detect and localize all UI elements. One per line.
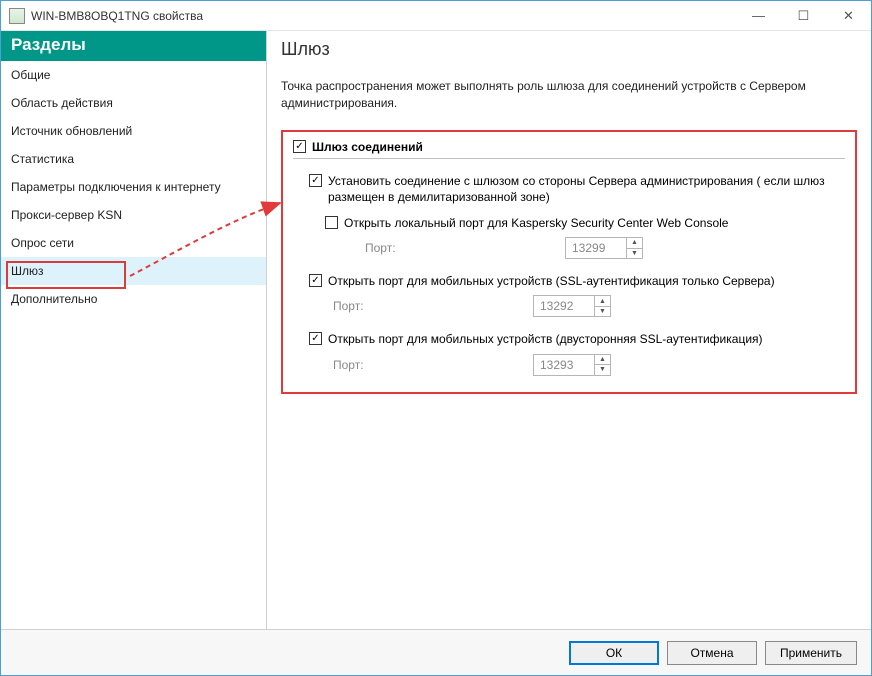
sidebar-item-label: Источник обновлений — [11, 124, 132, 138]
close-button[interactable]: ✕ — [826, 1, 871, 30]
mobile-twoway-ssl-checkbox[interactable] — [309, 332, 322, 345]
titlebar: WIN-BMB8OBQ1TNG свойства — ☐ ✕ — [1, 1, 871, 31]
sidebar-item-network-poll[interactable]: Опрос сети — [1, 229, 266, 257]
gateway-master-label: Шлюз соединений — [312, 140, 423, 154]
mobile-twoway-ssl-label: Открыть порт для мобильных устройств (дв… — [328, 331, 763, 347]
mobile-server-port-row: Порт: ▲ ▼ — [333, 295, 845, 317]
port-label: Порт: — [365, 241, 565, 255]
sidebar-item-label: Дополнительно — [11, 292, 97, 306]
mobile-twoway-port-spinner[interactable]: ▲ ▼ — [533, 354, 611, 376]
spinner-down-icon[interactable]: ▼ — [595, 307, 610, 317]
ok-button[interactable]: ОК — [569, 641, 659, 665]
main-panel: Шлюз Точка распространения может выполня… — [267, 31, 871, 629]
sidebar-item-internet-params[interactable]: Параметры подключения к интернету — [1, 173, 266, 201]
admin-connection-checkbox[interactable] — [309, 174, 322, 187]
webconsole-port-input[interactable] — [566, 238, 626, 258]
mobile-twoway-port-input[interactable] — [534, 355, 594, 375]
gateway-master-row: Шлюз соединений — [293, 140, 845, 159]
sidebar-item-label: Параметры подключения к интернету — [11, 180, 221, 194]
spinner-up-icon[interactable]: ▲ — [595, 355, 610, 366]
webconsole-port-checkbox[interactable] — [325, 216, 338, 229]
sidebar-item-general[interactable]: Общие — [1, 61, 266, 89]
webconsole-port-label: Открыть локальный порт для Kaspersky Sec… — [344, 215, 728, 231]
mobile-server-ssl-label: Открыть порт для мобильных устройств (SS… — [328, 273, 775, 289]
spinner-up-icon[interactable]: ▲ — [627, 238, 642, 249]
sidebar: Разделы Общие Область действия Источник … — [1, 31, 267, 629]
sidebar-item-ksn-proxy[interactable]: Прокси-сервер KSN — [1, 201, 266, 229]
apply-button[interactable]: Применить — [765, 641, 857, 665]
cancel-button[interactable]: Отмена — [667, 641, 757, 665]
mobile-server-port-input[interactable] — [534, 296, 594, 316]
sidebar-item-gateway[interactable]: Шлюз — [1, 257, 266, 285]
port-label: Порт: — [333, 358, 533, 372]
spinner-up-icon[interactable]: ▲ — [595, 296, 610, 307]
option-admin-connection: Установить соединение с шлюзом со сторон… — [309, 173, 845, 205]
option-webconsole-port: Открыть локальный порт для Kaspersky Sec… — [325, 215, 845, 231]
webconsole-port-spinner[interactable]: ▲ ▼ — [565, 237, 643, 259]
mobile-server-port-spinner[interactable]: ▲ ▼ — [533, 295, 611, 317]
mobile-twoway-port-row: Порт: ▲ ▼ — [333, 354, 845, 376]
maximize-button[interactable]: ☐ — [781, 1, 826, 30]
page-title: Шлюз — [281, 39, 857, 60]
option-mobile-twoway-ssl: Открыть порт для мобильных устройств (дв… — [309, 331, 845, 347]
gateway-highlight-box: Шлюз соединений Установить соединение с … — [281, 130, 857, 394]
footer: ОК Отмена Применить — [1, 629, 871, 675]
port-label: Порт: — [333, 299, 533, 313]
sidebar-item-label: Опрос сети — [11, 236, 74, 250]
spinner-down-icon[interactable]: ▼ — [595, 365, 610, 375]
sidebar-item-scope[interactable]: Область действия — [1, 89, 266, 117]
sidebar-item-label: Шлюз — [11, 264, 44, 278]
sidebar-item-label: Область действия — [11, 96, 113, 110]
webconsole-port-row: Порт: ▲ ▼ — [365, 237, 845, 259]
option-mobile-server-ssl: Открыть порт для мобильных устройств (SS… — [309, 273, 845, 289]
spinner-down-icon[interactable]: ▼ — [627, 249, 642, 259]
sidebar-item-label: Общие — [11, 68, 50, 82]
page-description: Точка распространения может выполнять ро… — [281, 78, 857, 112]
app-icon — [9, 8, 25, 24]
sidebar-header: Разделы — [1, 31, 266, 61]
mobile-server-ssl-checkbox[interactable] — [309, 274, 322, 287]
window-controls: — ☐ ✕ — [736, 1, 871, 30]
sidebar-item-label: Статистика — [11, 152, 74, 166]
sidebar-item-advanced[interactable]: Дополнительно — [1, 285, 266, 313]
sidebar-item-statistics[interactable]: Статистика — [1, 145, 266, 173]
gateway-master-checkbox[interactable] — [293, 140, 306, 153]
sidebar-item-label: Прокси-сервер KSN — [11, 208, 122, 222]
minimize-button[interactable]: — — [736, 1, 781, 30]
sidebar-item-update-source[interactable]: Источник обновлений — [1, 117, 266, 145]
window-title: WIN-BMB8OBQ1TNG свойства — [31, 9, 736, 23]
admin-connection-label: Установить соединение с шлюзом со сторон… — [328, 173, 845, 205]
